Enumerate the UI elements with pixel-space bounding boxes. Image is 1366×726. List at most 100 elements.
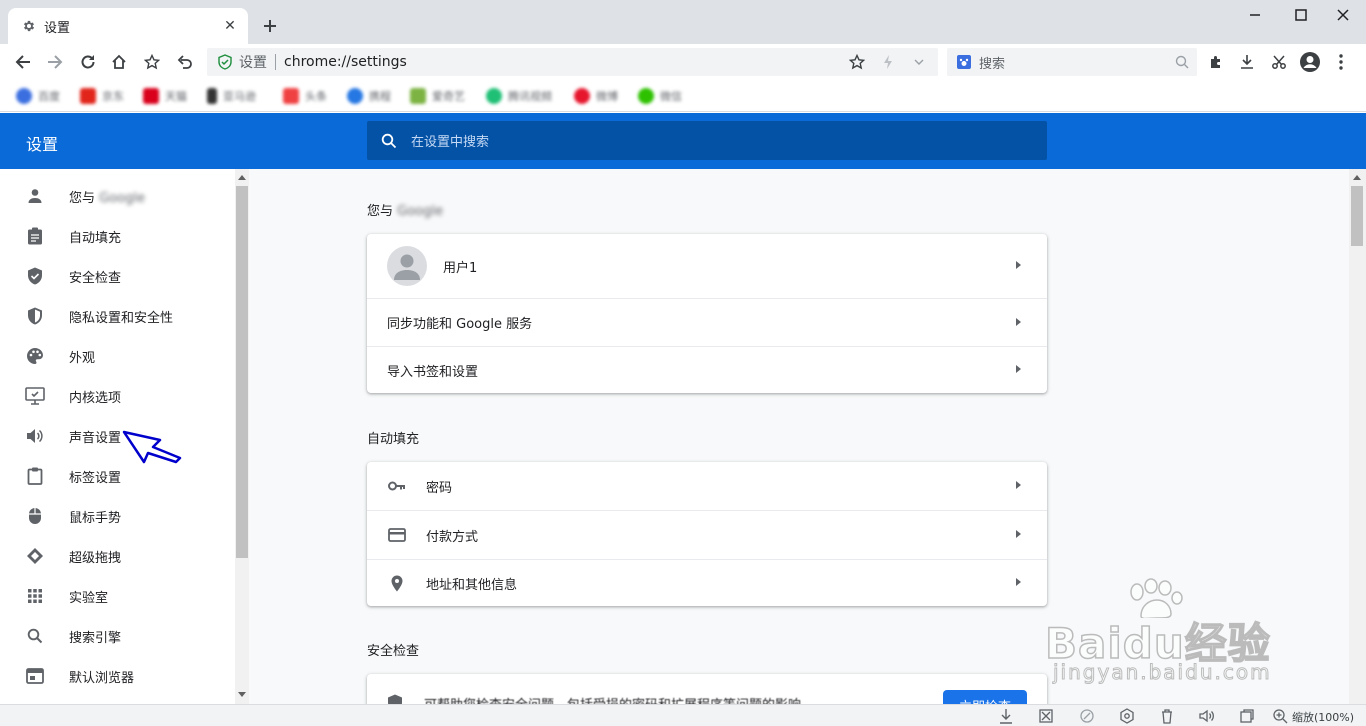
bookmark-item[interactable]: 爱奇艺	[410, 87, 465, 105]
new-tab-button[interactable]	[258, 14, 282, 38]
sidebar-item-label: 隐私设置和安全性	[69, 310, 174, 326]
sidebar-item-tabs[interactable]: 标签设置	[0, 456, 235, 496]
scissors-icon[interactable]	[1267, 50, 1291, 74]
zoom-in-icon[interactable]	[1272, 708, 1288, 724]
sidebar-item-label: 超级拖拽	[69, 550, 122, 566]
address-bar[interactable]: 设置 chrome://settings	[207, 48, 938, 76]
forward-button[interactable]	[43, 50, 67, 74]
omnibox-url[interactable]: chrome://settings	[284, 54, 407, 70]
sidebar-item-label: 声音设置	[69, 430, 122, 446]
maximize-button[interactable]	[1278, 0, 1324, 30]
bookmark-page-star-icon[interactable]	[849, 54, 865, 70]
gear-icon	[22, 19, 36, 33]
key-icon	[387, 476, 407, 496]
shield-half-icon	[25, 306, 45, 326]
extensions-icon[interactable]	[1204, 50, 1228, 74]
sidebar-item-label: 实验室	[69, 590, 109, 606]
grid-icon	[25, 586, 45, 606]
chevron-down-icon[interactable]	[913, 56, 925, 68]
sidebar-item-label: 鼠标手势	[69, 510, 122, 526]
row-passwords[interactable]: 密码	[367, 462, 1047, 510]
row-sync-services[interactable]: 同步功能和 Google 服务	[367, 298, 1047, 346]
bookmark-item[interactable]: 腾讯视频	[486, 87, 552, 105]
bookmark-item[interactable]: 京东	[80, 87, 124, 105]
speaker-icon	[25, 426, 45, 446]
main-scroll-thumb[interactable]	[1351, 186, 1363, 246]
bookmark-favicon	[410, 88, 426, 104]
sidebar-item-autofill[interactable]: 自动填充	[0, 216, 235, 256]
undo-button[interactable]	[173, 50, 197, 74]
account-avatar-icon[interactable]	[1298, 50, 1322, 74]
section-title-safety-check: 安全检查	[367, 644, 420, 659]
sidebar-item-search-engine[interactable]: 搜索引擎	[0, 616, 235, 656]
bookmark-item[interactable]: 百度	[16, 87, 60, 105]
sidebar-item-sound[interactable]: 声音设置	[0, 416, 235, 456]
row-label: 地址和其他信息	[426, 577, 518, 593]
sidebar-item-default-browser[interactable]: 默认浏览器	[0, 656, 235, 696]
search-icon	[25, 626, 45, 646]
block-icon[interactable]	[1038, 708, 1054, 724]
sidebar-item-safety-check[interactable]: 安全检查	[0, 256, 235, 296]
row-addresses[interactable]: 地址和其他信息	[367, 559, 1047, 606]
palette-icon	[25, 346, 45, 366]
trash-icon[interactable]	[1159, 708, 1175, 724]
sidebar-item-kernel[interactable]: 内核选项	[0, 376, 235, 416]
bookmark-star-button[interactable]	[140, 50, 164, 74]
location-pin-icon	[387, 573, 407, 593]
sidebar-item-appearance[interactable]: 外观	[0, 336, 235, 376]
reload-button[interactable]	[76, 50, 100, 74]
search-icon[interactable]	[1175, 55, 1189, 69]
omnibox-separator	[275, 54, 276, 70]
check-now-button[interactable]: 立即检查	[943, 690, 1027, 704]
clipboard-tab-icon	[25, 466, 45, 486]
bookmark-item[interactable]: 天猫	[143, 87, 187, 105]
forward-arrow-icon	[48, 55, 63, 69]
tab-settings[interactable]: 设置 ✕	[8, 8, 248, 44]
bookmark-item[interactable]: 携程	[347, 87, 391, 105]
sidebar-item-labs[interactable]: 实验室	[0, 576, 235, 616]
sidebar-item-privacy[interactable]: 隐私设置和安全性	[0, 296, 235, 336]
leaf-icon[interactable]	[1079, 708, 1095, 724]
clipboard-icon	[25, 226, 45, 246]
back-arrow-icon	[15, 55, 30, 69]
hexagon-gear-icon[interactable]	[1119, 708, 1135, 724]
sidebar-item-label: 外观	[69, 350, 96, 366]
sidebar-item-label: 标签设置	[69, 470, 122, 486]
sidebar-item-you-google[interactable]: 您与 Google	[0, 176, 235, 216]
bookmark-item[interactable]: 微信	[638, 87, 682, 105]
toolbar-search-input[interactable]: 搜索	[947, 48, 1197, 76]
home-icon	[112, 54, 126, 69]
close-tab-icon[interactable]: ✕	[222, 18, 238, 34]
row-import-bookmarks[interactable]: 导入书签和设置	[367, 346, 1047, 393]
mouse-icon	[25, 506, 45, 526]
bookmark-favicon	[16, 88, 32, 104]
window-copy-icon[interactable]	[1239, 708, 1255, 724]
settings-search-input[interactable]: 在设置中搜索	[367, 121, 1047, 160]
bookmark-item[interactable]: 微博	[574, 87, 618, 105]
bookmark-item[interactable]: 亚马逊	[207, 87, 256, 105]
volume-icon[interactable]	[1199, 708, 1215, 724]
menu-dots-icon[interactable]	[1329, 50, 1353, 74]
chevron-right-icon	[1016, 365, 1021, 373]
back-button[interactable]	[11, 50, 35, 74]
home-button[interactable]	[107, 50, 131, 74]
minimize-button[interactable]	[1232, 0, 1278, 30]
lightning-icon[interactable]	[881, 54, 895, 70]
scroll-up-icon	[1353, 175, 1361, 180]
sidebar-item-super-drag[interactable]: 超级拖拽	[0, 536, 235, 576]
bookmark-item[interactable]: 头条	[283, 87, 327, 105]
close-window-button[interactable]	[1320, 0, 1366, 30]
main-scrollbar[interactable]	[1349, 169, 1366, 704]
download-icon[interactable]	[998, 708, 1014, 724]
row-label: 同步功能和 Google 服务	[387, 317, 533, 332]
row-user[interactable]: 用户1	[367, 234, 1047, 298]
download-icon[interactable]	[1235, 50, 1259, 74]
annotation-arrow-icon	[122, 430, 182, 464]
baidu-watermark: Baidu经验 jingyan.baidu.com	[1044, 576, 1345, 686]
chevron-right-icon	[1016, 481, 1021, 489]
sidebar-scroll-thumb[interactable]	[236, 186, 248, 558]
row-payment-methods[interactable]: 付款方式	[367, 510, 1047, 559]
sidebar-item-mouse-gestures[interactable]: 鼠标手势	[0, 496, 235, 536]
zoom-level[interactable]: 缩放(100%)	[1292, 709, 1354, 725]
scroll-down-icon	[238, 692, 246, 697]
